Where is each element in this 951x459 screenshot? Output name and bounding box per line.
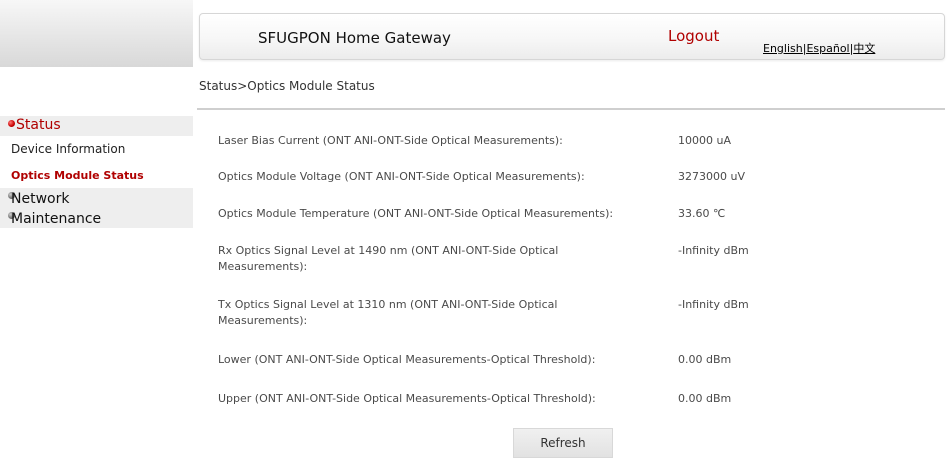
language-chinese-link[interactable]: 中文	[853, 42, 875, 55]
logout-link[interactable]: Logout	[668, 27, 719, 45]
measurement-value: -Infinity dBm	[678, 244, 749, 257]
measurement-label: Upper (ONT ANI-ONT-Side Optical Measurem…	[218, 392, 596, 405]
measurement-label: Tx Optics Signal Level at 1310 nm (ONT A…	[218, 298, 558, 327]
measurement-label: Optics Module Temperature (ONT ANI-ONT-S…	[218, 207, 614, 220]
measurement-value: 3273000 uV	[678, 170, 745, 183]
sidebar-logo-area	[0, 0, 193, 67]
sidebar-item-maintenance-label: Maintenance	[11, 211, 102, 227]
measurement-value: 0.00 dBm	[678, 392, 732, 405]
sidebar-item-network-label: Network	[11, 191, 70, 207]
sidebar-item-status-label: Status	[16, 117, 61, 133]
measurement-value: 33.60 ℃	[678, 207, 726, 220]
measurement-value: 10000 uA	[678, 134, 731, 147]
red-bullet-icon	[8, 120, 15, 127]
breadcrumb: Status>Optics Module Status	[199, 79, 375, 93]
language-espanol-link[interactable]: Español	[806, 42, 849, 55]
sidebar-item-status[interactable]: Status	[0, 116, 193, 136]
sidebar-item-optics-module-status-label: Optics Module Status	[11, 169, 144, 182]
measurement-label: Rx Optics Signal Level at 1490 nm (ONT A…	[218, 244, 559, 273]
measurement-value: -Infinity dBm	[678, 298, 749, 311]
language-selector: English|Español|中文	[763, 40, 875, 56]
measurement-label: Laser Bias Current (ONT ANI-ONT-Side Opt…	[218, 134, 563, 147]
measurement-label: Optics Module Voltage (ONT ANI-ONT-Side …	[218, 170, 585, 183]
sidebar-item-network[interactable]: Network	[0, 188, 193, 208]
sidebar-item-device-information-label: Device Information	[11, 142, 126, 156]
header-bar: SFUGPON Home Gateway Logout English|Espa…	[199, 13, 945, 60]
measurement-value: 0.00 dBm	[678, 353, 732, 366]
content-divider	[197, 108, 945, 110]
page: Status Device Information Optics Module …	[0, 0, 951, 459]
sidebar-item-device-information[interactable]: Device Information	[0, 139, 193, 159]
sidebar-item-optics-module-status[interactable]: Optics Module Status	[0, 166, 193, 186]
refresh-button[interactable]: Refresh	[513, 428, 613, 458]
sidebar-item-maintenance[interactable]: Maintenance	[0, 208, 193, 228]
app-title: SFUGPON Home Gateway	[258, 29, 451, 47]
language-english-link[interactable]: English	[763, 42, 803, 55]
measurement-label: Lower (ONT ANI-ONT-Side Optical Measurem…	[218, 353, 596, 366]
